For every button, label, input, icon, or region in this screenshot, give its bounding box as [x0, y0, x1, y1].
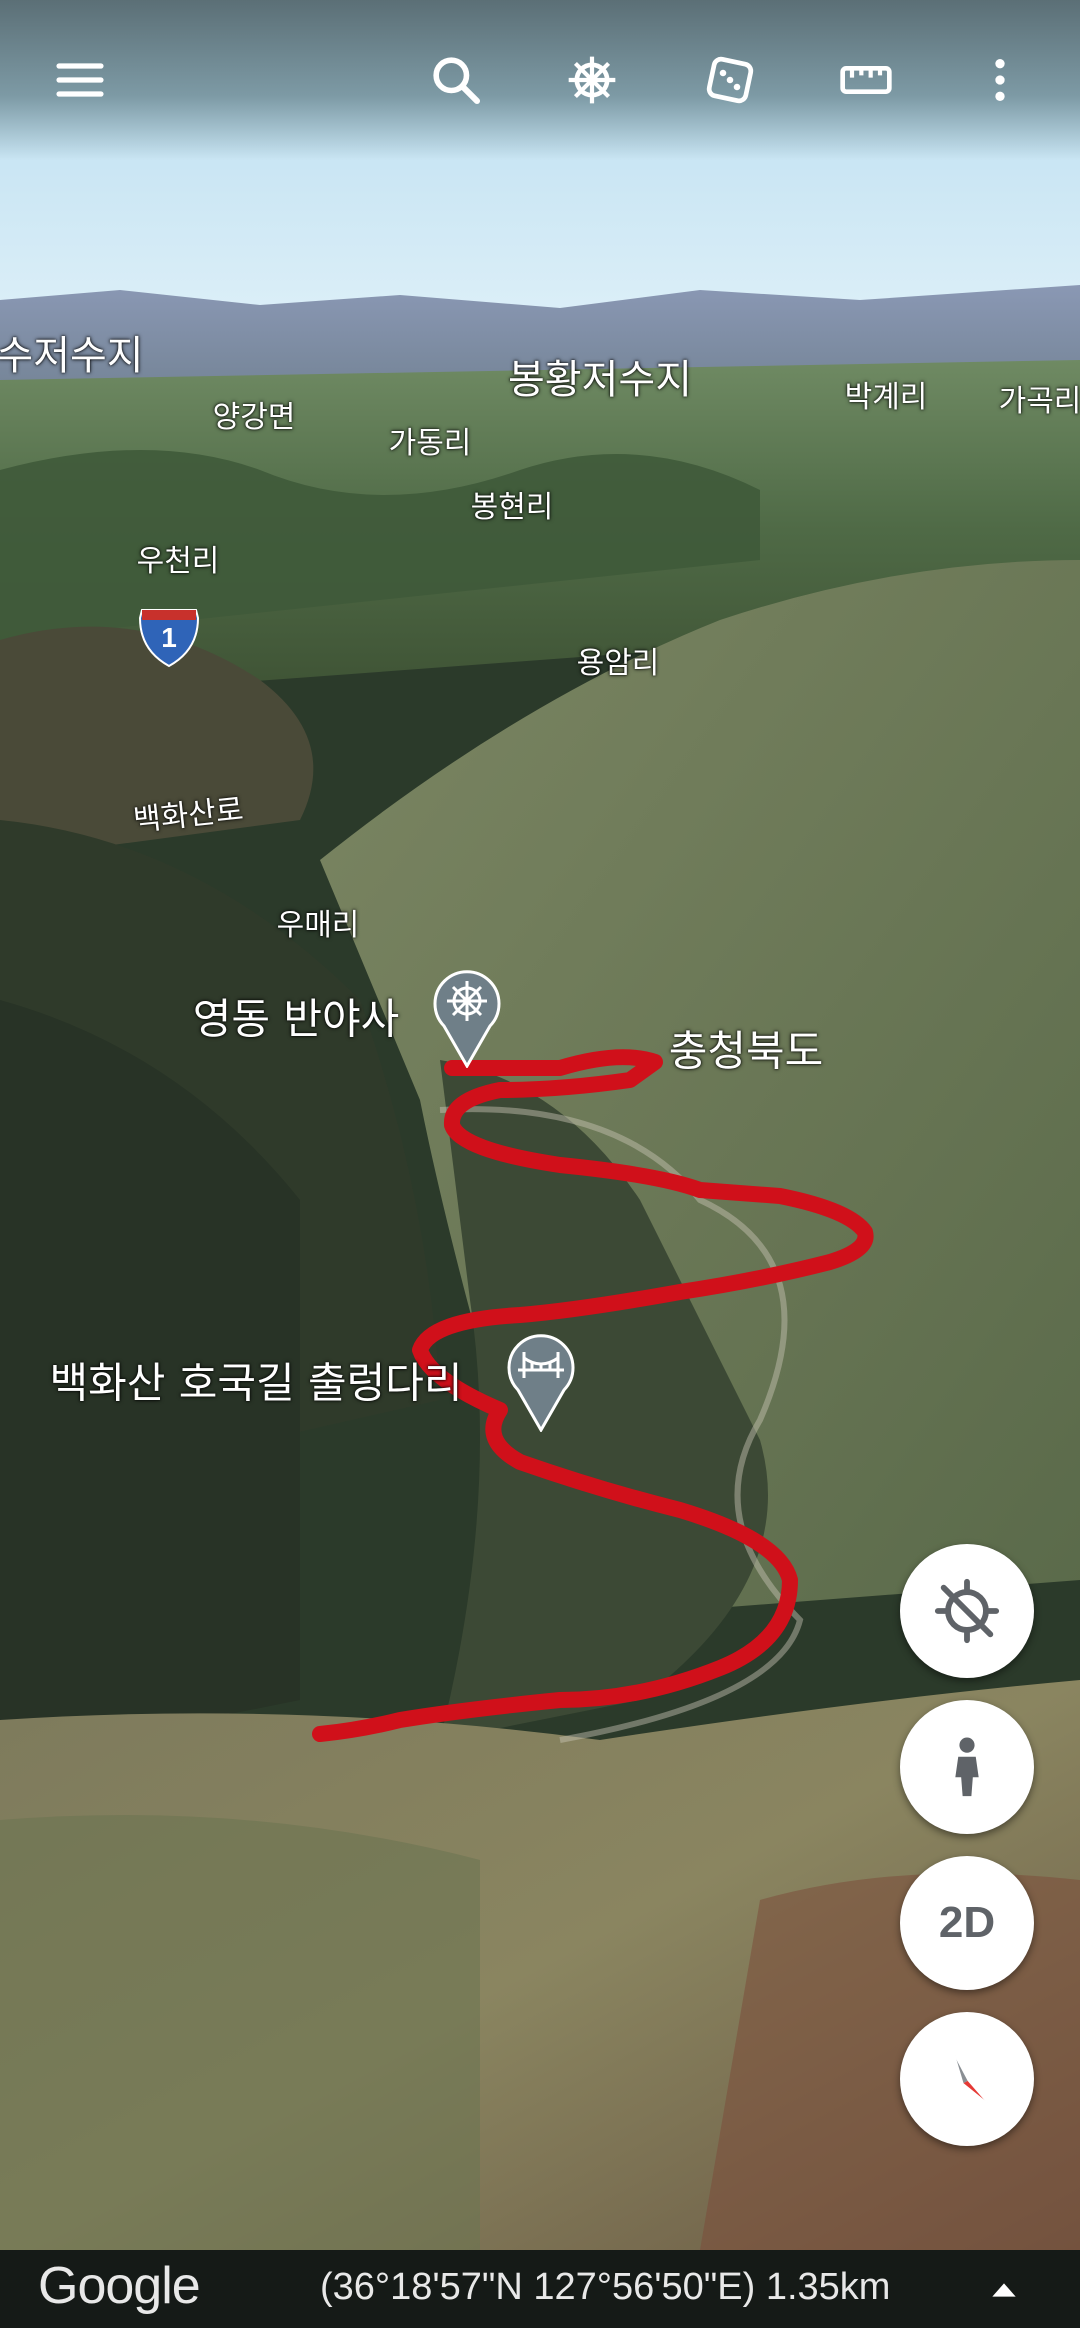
label-yongam[interactable]: 용암리	[577, 638, 660, 682]
location-disabled-button[interactable]	[900, 1544, 1034, 1678]
top-toolbar	[0, 0, 1080, 160]
google-logo: Google	[38, 2257, 201, 2315]
pegman-button[interactable]	[900, 1700, 1034, 1834]
attribution-bar: Google (36°18'57"N 127°56'50"E) 1.35km	[0, 2250, 1080, 2328]
search-icon[interactable]	[406, 30, 506, 130]
label-bonghyeon[interactable]: 봉현리	[471, 482, 554, 526]
label-umae[interactable]: 우매리	[277, 900, 360, 944]
label-reservoir-left[interactable]: 수저수지	[0, 323, 144, 381]
more-vert-icon[interactable]	[950, 30, 1050, 130]
hamburger-menu-icon[interactable]	[30, 30, 130, 130]
expand-up-icon[interactable]	[984, 2270, 1024, 2310]
label-bakgye[interactable]: 박계리	[845, 372, 928, 416]
label-ucheon[interactable]: 우천리	[137, 536, 220, 580]
ship-wheel-icon	[447, 981, 487, 1021]
bridge-pin[interactable]	[504, 1328, 578, 1434]
label-yanggang[interactable]: 양강면	[213, 392, 296, 436]
temple-pin[interactable]	[430, 964, 504, 1070]
place-label-temple[interactable]: 영동 반야사	[193, 986, 400, 1047]
coordinates-readout[interactable]: (36°18'57"N 127°56'50"E) 1.35km	[320, 2266, 890, 2309]
place-label-bridge[interactable]: 백화산 호국길 출렁다리	[49, 1350, 462, 1411]
ruler-icon[interactable]	[816, 30, 916, 130]
compass-icon	[954, 2055, 989, 2103]
label-chungbuk[interactable]: 충청북도	[669, 1018, 824, 1079]
pegman-icon	[955, 1737, 979, 1797]
location-disabled-icon	[934, 1578, 1000, 1644]
highway-shield: 1	[136, 606, 202, 670]
label-bonghwang[interactable]: 봉황저수지	[508, 347, 692, 405]
compass-button[interactable]	[900, 2012, 1034, 2146]
highway-shield-number: 1	[161, 622, 177, 653]
ship-wheel-icon[interactable]	[542, 30, 642, 130]
dice-icon[interactable]	[680, 30, 780, 130]
toggle-2d-label: 2D	[938, 1898, 996, 1947]
label-gadong[interactable]: 가동리	[389, 418, 472, 462]
label-gagok[interactable]: 가곡리	[999, 376, 1080, 420]
toggle-2d-button[interactable]: 2D	[900, 1856, 1034, 1990]
